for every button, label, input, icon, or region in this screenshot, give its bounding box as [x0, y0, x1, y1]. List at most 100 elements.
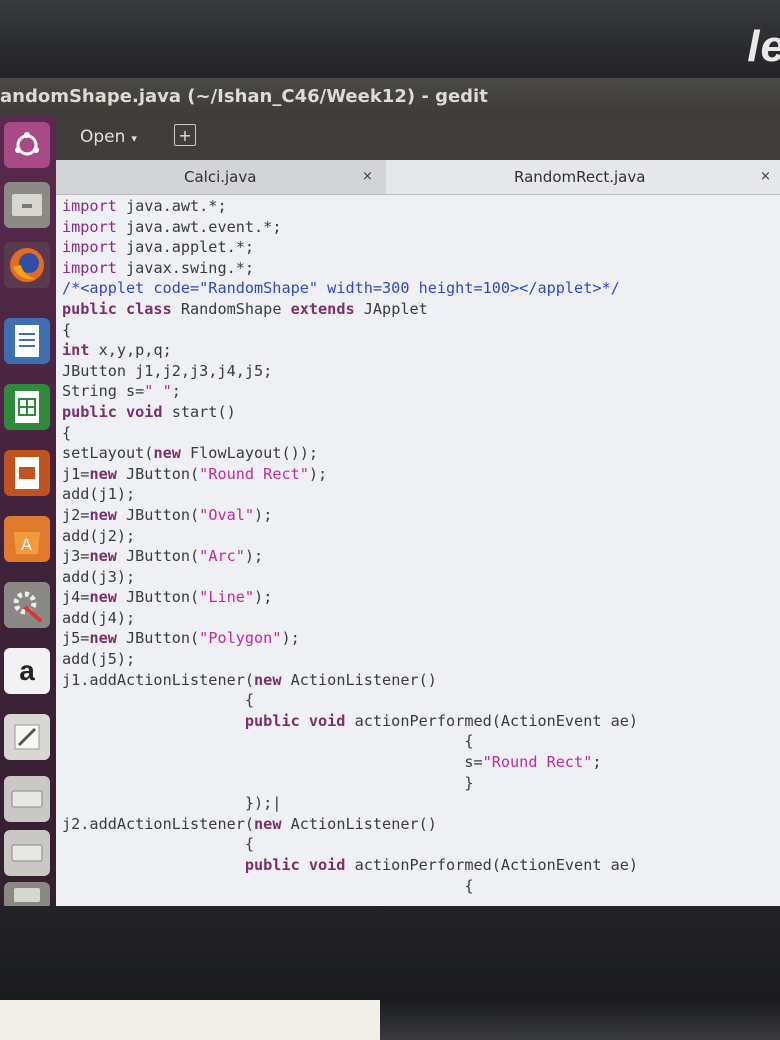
svg-text:A: A	[21, 535, 32, 554]
code-token: {	[62, 320, 72, 339]
code-line: {	[62, 690, 774, 711]
window-title: andomShape.java (~/Ishan_C46/Week12) - g…	[0, 78, 780, 116]
code-line: public void start()	[62, 402, 774, 423]
code-token: start()	[162, 402, 236, 421]
code-line: import java.awt.event.*;	[62, 217, 774, 238]
code-token: );	[281, 629, 300, 648]
code-token: String s=	[62, 382, 145, 401]
code-token: java.awt.event.*;	[116, 217, 282, 236]
code-token: JButton(	[116, 547, 200, 566]
code-line: int x,y,p,q;	[62, 340, 774, 361]
monitor-brand-logo: le	[747, 22, 780, 71]
code-line: {	[62, 731, 774, 752]
tab-randomrect-java[interactable]: RandomRect.java ×	[386, 160, 780, 194]
tab-calci-java[interactable]: Calci.java ×	[56, 160, 386, 194]
unity-launcher: A a	[0, 116, 56, 906]
text-editor-icon[interactable]	[4, 714, 50, 760]
code-line: JButton j1,j2,j3,j4,j5;	[62, 361, 774, 382]
code-token: "Line"	[199, 588, 255, 607]
tab-label: RandomRect.java	[514, 168, 646, 186]
code-token: extends	[290, 299, 355, 318]
code-token: setLayout(	[62, 444, 154, 463]
code-token: new	[254, 814, 282, 833]
code-token: {	[62, 835, 255, 854]
code-token: new	[254, 670, 282, 689]
software-center-icon[interactable]: A	[4, 516, 50, 562]
code-token: add(j5);	[62, 650, 136, 669]
code-token: JButton(	[116, 505, 200, 524]
code-token: RandomShape	[171, 299, 291, 318]
code-token: import	[62, 197, 117, 215]
code-token: }	[62, 773, 474, 792]
code-token: );	[254, 505, 273, 524]
drive-icon[interactable]	[4, 830, 50, 876]
code-token: new	[89, 464, 117, 483]
code-token: new	[153, 444, 181, 463]
code-token: add(j3);	[62, 567, 136, 586]
firefox-icon[interactable]	[4, 242, 50, 288]
code-line: import java.applet.*;	[62, 237, 774, 258]
code-token: FlowLayout());	[180, 444, 319, 463]
amazon-icon[interactable]: a	[4, 648, 50, 694]
new-tab-button[interactable]: +	[174, 124, 196, 146]
drive-icon[interactable]	[4, 882, 50, 906]
code-token: "Polygon"	[199, 629, 282, 648]
code-token: /*<applet code="RandomShape" width=300 h…	[62, 279, 620, 298]
toolbar: Open ▾ +	[56, 116, 780, 160]
editor-area: Calci.java × RandomRect.java × import ja…	[56, 160, 780, 906]
code-token: j3=	[62, 547, 90, 566]
close-icon[interactable]: ×	[362, 160, 373, 194]
tab-bar: Calci.java × RandomRect.java ×	[56, 160, 780, 195]
writer-icon[interactable]	[4, 318, 50, 364]
code-line: add(j1);	[62, 484, 774, 505]
code-line: j2=new JButton("Oval");	[62, 505, 774, 526]
code-line: public void actionPerformed(ActionEvent …	[62, 711, 774, 732]
impress-icon[interactable]	[4, 450, 50, 496]
code-line: add(j4);	[62, 608, 774, 629]
code-token: import	[62, 238, 117, 257]
code-token: new	[89, 505, 117, 524]
files-icon[interactable]	[4, 182, 50, 228]
code-token: );	[308, 464, 328, 483]
ubuntu-dash-icon[interactable]	[4, 122, 50, 168]
code-line: {	[62, 876, 774, 896]
code-line: j2.addActionListener(new ActionListener(…	[62, 814, 774, 835]
code-token: add(j1);	[62, 485, 136, 504]
code-token: java.applet.*;	[116, 238, 255, 257]
code-token: import	[62, 217, 117, 236]
open-button[interactable]: Open ▾	[74, 123, 143, 151]
drive-icon[interactable]	[4, 776, 50, 822]
code-token: j2=	[62, 505, 90, 524]
code-token: j1.addActionListener(	[62, 670, 255, 689]
code-token: ActionListener()	[281, 814, 437, 833]
open-button-label: Open	[80, 127, 126, 147]
code-line: j3=new JButton("Arc");	[62, 546, 774, 567]
settings-icon[interactable]	[4, 582, 50, 628]
code-token: );	[254, 588, 273, 607]
code-line: public class RandomShape extends JApplet	[62, 299, 774, 320]
code-token: public void	[244, 711, 346, 730]
code-token: ActionListener()	[281, 670, 437, 689]
code-line: import java.awt.*;	[62, 196, 774, 217]
code-token: "Oval"	[199, 505, 255, 524]
code-token: actionPerformed(ActionEvent ae)	[345, 711, 639, 730]
close-icon[interactable]: ×	[760, 160, 771, 194]
code-line: setLayout(new FlowLayout());	[62, 443, 774, 464]
code-token: add(j4);	[62, 608, 136, 627]
code-token: ;	[171, 382, 181, 401]
code-view[interactable]: import java.awt.*; import java.awt.event.…	[62, 196, 774, 896]
code-token: "Round Rect"	[199, 464, 309, 483]
calc-icon[interactable]	[4, 384, 50, 430]
code-line: add(j3);	[62, 567, 774, 588]
code-token: public void	[244, 856, 346, 874]
code-token: );	[244, 547, 264, 566]
code-line: });|	[62, 793, 774, 814]
code-token: int	[62, 341, 90, 360]
code-token: "Round Rect"	[482, 753, 593, 772]
code-token: });|	[62, 794, 282, 813]
code-line: add(j5);	[62, 649, 774, 670]
code-token: public class	[62, 299, 172, 318]
code-line: j5=new JButton("Polygon");	[62, 628, 774, 649]
code-line: /*<applet code="RandomShape" width=300 h…	[62, 278, 774, 299]
